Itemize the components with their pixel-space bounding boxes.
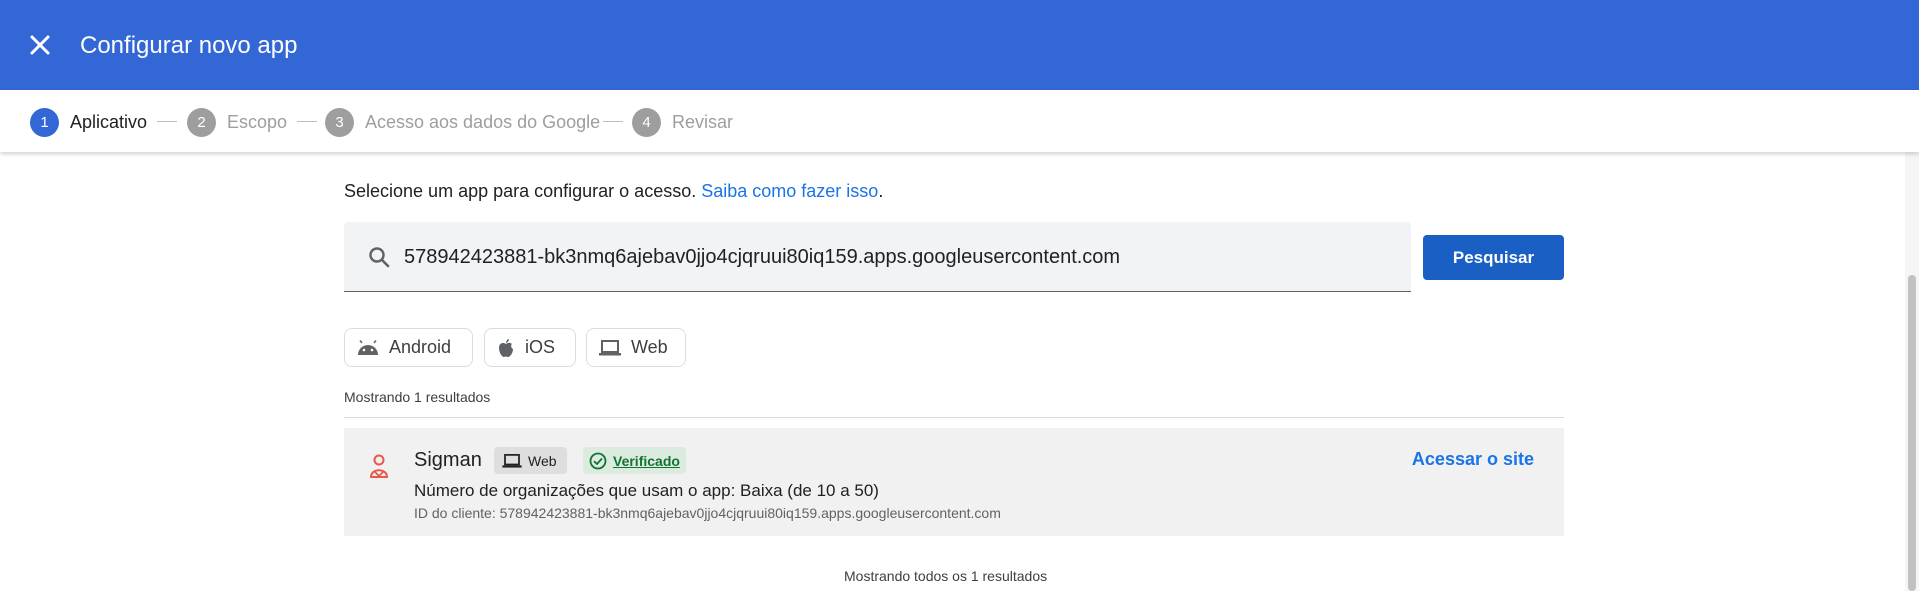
close-icon xyxy=(30,35,50,55)
chip-label: iOS xyxy=(525,337,556,357)
step-aplicativo[interactable]: 1 Aplicativo xyxy=(30,107,147,137)
platform-badge: Web xyxy=(494,447,567,474)
results-count: Mostrando 1 resultados xyxy=(344,389,491,405)
search-button[interactable]: Pesquisar xyxy=(1423,235,1564,280)
search-icon xyxy=(369,247,390,268)
search-input[interactable]: 578942423881-bk3nmq6ajebav0jjo4cjqruui80… xyxy=(344,222,1411,292)
filter-chip-web[interactable]: Web xyxy=(586,328,686,367)
intro-end: . xyxy=(878,181,884,201)
app-name: Sigman xyxy=(414,449,482,471)
results-footer: Mostrando todos os 1 resultados xyxy=(844,568,1048,584)
step-label: Revisar xyxy=(672,111,734,132)
step-revisar[interactable]: 4 Revisar xyxy=(632,107,733,137)
visit-site-link[interactable]: Acessar o site xyxy=(1412,449,1534,470)
app-org-count: Número de organizações que usam o app: B… xyxy=(414,481,879,500)
step-label: Acesso aos dados do Google xyxy=(365,111,601,132)
chip-label: Android xyxy=(389,337,452,357)
check-circle-icon xyxy=(589,452,607,469)
step-connector xyxy=(297,121,317,122)
app-client-id: ID do cliente: 578942423881-bk3nmq6ajeba… xyxy=(414,505,1001,521)
step-connector xyxy=(157,121,177,122)
learn-more-link[interactable]: Saiba como fazer isso xyxy=(701,181,878,201)
step-number: 2 xyxy=(187,107,216,137)
page-title: Configurar novo app xyxy=(80,32,298,59)
platform-badge-label: Web xyxy=(528,452,557,469)
step-acesso-dados[interactable]: 3 Acesso aos dados do Google xyxy=(325,107,600,137)
intro-text: Selecione um app para configurar o acess… xyxy=(344,179,883,203)
verified-badge[interactable]: Verificado xyxy=(583,447,686,474)
app-result-card[interactable]: Sigman Web Verificado Número de organiza… xyxy=(344,428,1564,536)
close-button[interactable] xyxy=(26,31,54,59)
laptop-icon xyxy=(599,339,621,355)
divider xyxy=(344,417,1564,418)
search-value: 578942423881-bk3nmq6ajebav0jjo4cjqruui80… xyxy=(404,246,1121,268)
step-number: 3 xyxy=(325,107,354,137)
app-logo-icon xyxy=(369,454,389,478)
apple-icon xyxy=(499,338,513,357)
step-label: Escopo xyxy=(227,111,288,132)
step-label: Aplicativo xyxy=(70,111,148,132)
step-connector xyxy=(603,121,623,122)
filter-chip-ios[interactable]: iOS xyxy=(484,328,576,367)
step-number: 4 xyxy=(632,107,661,137)
scrollbar-thumb[interactable] xyxy=(1908,275,1916,591)
filter-chip-android[interactable]: Android xyxy=(344,328,473,367)
intro-label: Selecione um app para configurar o acess… xyxy=(344,181,702,201)
app-header: Configurar novo app xyxy=(0,0,1919,90)
verified-badge-label: Verificado xyxy=(613,452,680,469)
android-icon xyxy=(358,339,378,355)
step-escopo[interactable]: 2 Escopo xyxy=(187,107,287,137)
step-number: 1 xyxy=(30,107,59,137)
chip-label: Web xyxy=(631,337,668,357)
stepper: 1 Aplicativo 2 Escopo 3 Acesso aos dados… xyxy=(0,90,1919,152)
laptop-icon xyxy=(502,453,522,468)
